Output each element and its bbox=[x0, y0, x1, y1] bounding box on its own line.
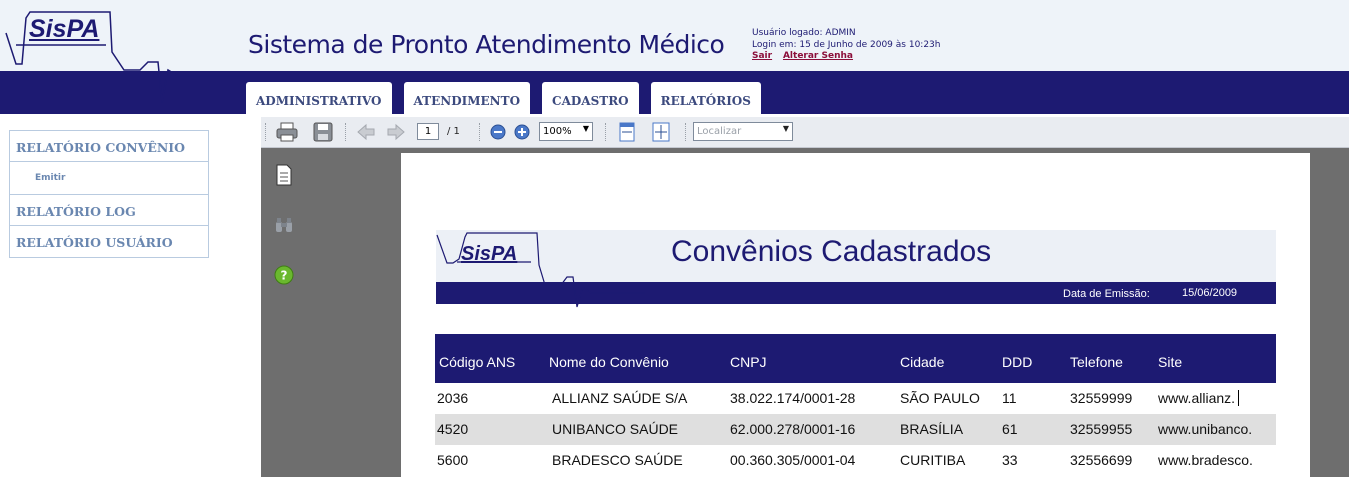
logo: SisPA bbox=[0, 0, 245, 105]
column-header-codigo-ans: Código ANS bbox=[439, 354, 516, 370]
cell-cidade: SÃO PAULO bbox=[900, 390, 980, 406]
find-placeholder: Localizar bbox=[697, 126, 742, 137]
sidebar-subitem-emitir[interactable]: Emitir bbox=[10, 162, 208, 195]
toolbar-separator bbox=[345, 123, 347, 141]
sidebar: RELATÓRIO CONVÊNIO Emitir RELATÓRIO LOG … bbox=[9, 130, 209, 258]
cell-cnpj: 00.360.305/0001-04 bbox=[730, 452, 856, 468]
toolbar-separator bbox=[685, 123, 687, 141]
cell-codigo-ans: 4520 bbox=[437, 421, 469, 437]
column-header-cidade: Cidade bbox=[900, 354, 945, 370]
document-map-pane: ? bbox=[261, 148, 401, 477]
tab-administrativo[interactable]: ADMINISTRATIVO bbox=[246, 82, 392, 114]
table-row: 5600 BRADESCO SAÚDE 00.360.305/0001-04 C… bbox=[435, 445, 1276, 476]
main-tabs: ADMINISTRATIVO ATENDIMENTO CADASTRO RELA… bbox=[246, 82, 773, 114]
cell-site: www.bradesco. bbox=[1158, 452, 1253, 468]
column-header-site: Site bbox=[1158, 354, 1183, 370]
binoculars-icon[interactable] bbox=[273, 214, 295, 236]
cell-codigo-ans: 2036 bbox=[437, 390, 469, 406]
report-logo-wave-icon bbox=[436, 232, 645, 308]
cell-ddd: 33 bbox=[1002, 452, 1018, 468]
cell-ddd: 11 bbox=[1002, 390, 1017, 406]
login-time: Login em: 15 de Junho de 2009 às 10:23h bbox=[752, 39, 941, 50]
print-icon[interactable] bbox=[275, 121, 299, 143]
help-icon[interactable]: ? bbox=[273, 264, 295, 286]
find-input[interactable]: Localizar ▼ bbox=[693, 122, 793, 141]
cell-nome: UNIBANCO SAÚDE bbox=[552, 421, 679, 437]
fit-page-icon[interactable] bbox=[651, 121, 671, 143]
cell-cnpj: 62.000.278/0001-16 bbox=[730, 421, 856, 437]
column-header-nome: Nome do Convênio bbox=[549, 354, 669, 370]
issue-date-label: Data de Emissão: bbox=[1063, 288, 1150, 300]
cell-ddd: 61 bbox=[1002, 421, 1018, 437]
zoom-value: 100% bbox=[543, 126, 572, 137]
toolbar-separator bbox=[265, 123, 267, 141]
zoom-in-icon[interactable] bbox=[513, 121, 531, 143]
toolbar-separator bbox=[605, 123, 607, 141]
save-icon[interactable] bbox=[311, 121, 335, 143]
issue-date-value: 15/06/2009 bbox=[1182, 287, 1238, 299]
back-icon[interactable] bbox=[355, 121, 377, 143]
cell-cidade: BRASÍLIA bbox=[900, 421, 964, 437]
zoom-select[interactable]: 100% ▼ bbox=[539, 122, 593, 141]
cell-telefone: 32559955 bbox=[1070, 421, 1133, 437]
report-title: Convênios Cadastrados bbox=[671, 235, 992, 268]
chevron-down-icon: ▼ bbox=[782, 124, 789, 133]
column-header-ddd: DDD bbox=[1002, 354, 1033, 370]
toolbar-separator bbox=[479, 123, 481, 141]
column-header-telefone: Telefone bbox=[1070, 354, 1123, 370]
column-header-cnpj: CNPJ bbox=[730, 354, 767, 370]
cell-telefone: 32559999 bbox=[1070, 390, 1133, 406]
text-cursor bbox=[1238, 390, 1240, 406]
cell-nome: ALLIANZ SAÚDE S/A bbox=[552, 390, 688, 406]
page-number-input[interactable]: 1 bbox=[417, 123, 439, 140]
chevron-down-icon: ▼ bbox=[582, 124, 589, 133]
table-row: 2036 ALLIANZ SAÚDE S/A 38.022.174/0001-2… bbox=[435, 383, 1276, 414]
logo-text: SisPA bbox=[29, 15, 100, 43]
svg-text:?: ? bbox=[281, 269, 288, 283]
forward-icon[interactable] bbox=[385, 121, 407, 143]
cell-site: www.allianz. bbox=[1158, 390, 1240, 406]
cell-nome: BRADESCO SAÚDE bbox=[552, 452, 683, 468]
table-header: Código ANS Nome do Convênio CNPJ Cidade … bbox=[435, 334, 1276, 383]
report-logo-text: SisPA bbox=[461, 243, 518, 265]
change-password-link[interactable]: Alterar Senha bbox=[783, 51, 853, 61]
app-title: Sistema de Pronto Atendimento Médico bbox=[248, 30, 725, 59]
cell-codigo-ans: 5600 bbox=[437, 452, 469, 468]
table-row: 4520 UNIBANCO SAÚDE 62.000.278/0001-16 B… bbox=[435, 414, 1276, 445]
user-info: Usuário logado: ADMIN Login em: 15 de Ju… bbox=[752, 28, 940, 63]
viewer-toolbar: 1 / 1 100% ▼ Localizar ▼ bbox=[261, 117, 1349, 148]
zoom-out-icon[interactable] bbox=[489, 121, 507, 143]
report-page: SisPA Convênios Cadastrados Data de Emis… bbox=[401, 153, 1310, 477]
logged-user: Usuário logado: ADMIN bbox=[752, 28, 856, 38]
report-viewer: 1 / 1 100% ▼ Localizar ▼ ? SisPA Convêni… bbox=[261, 117, 1349, 477]
cell-telefone: 32556699 bbox=[1070, 452, 1133, 468]
cell-site: www.unibanco. bbox=[1158, 421, 1253, 437]
page-total: / 1 bbox=[447, 126, 460, 137]
document-icon[interactable] bbox=[273, 164, 295, 186]
tab-relatorios[interactable]: RELATÓRIOS bbox=[650, 82, 761, 114]
page-width-icon[interactable] bbox=[617, 121, 637, 143]
cell-cidade: CURITIBA bbox=[900, 452, 966, 468]
cell-cnpj: 38.022.174/0001-28 bbox=[730, 390, 856, 406]
cell-site-text: www.allianz. bbox=[1158, 390, 1236, 406]
sidebar-item-relatorio-log[interactable]: RELATÓRIO LOG bbox=[10, 195, 208, 226]
sidebar-item-relatorio-convenio[interactable]: RELATÓRIO CONVÊNIO bbox=[10, 131, 208, 162]
tab-atendimento[interactable]: ATENDIMENTO bbox=[403, 82, 531, 114]
logout-link[interactable]: Sair bbox=[752, 51, 772, 61]
sidebar-item-relatorio-usuario[interactable]: RELATÓRIO USUÁRIO bbox=[10, 226, 208, 257]
tab-cadastro[interactable]: CADASTRO bbox=[542, 82, 639, 114]
